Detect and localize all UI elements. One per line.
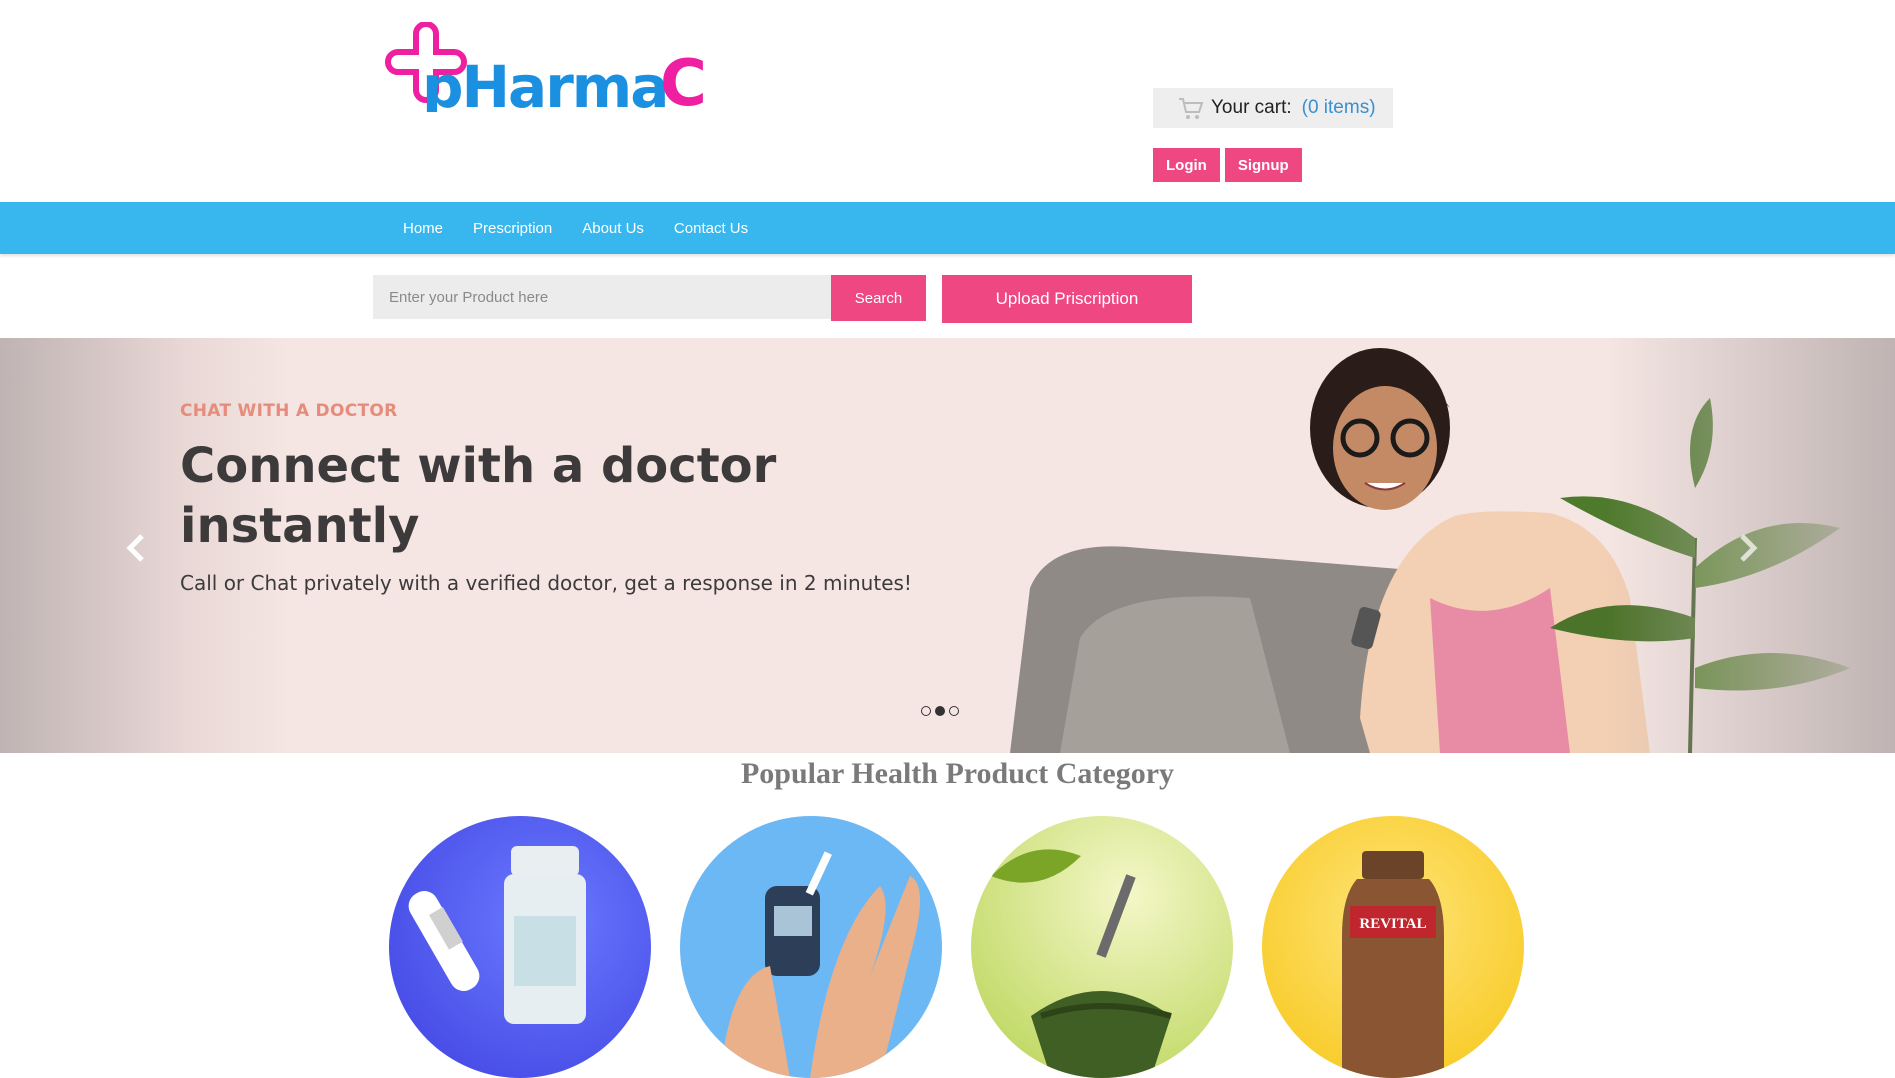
search-bar: Search Upload Priscription: [373, 275, 1192, 323]
revital-label: REVITAL: [1359, 916, 1426, 932]
search-button[interactable]: Search: [831, 275, 926, 321]
carousel-indicators: [921, 706, 959, 716]
hero-subtitle: Call or Chat privately with a verified d…: [180, 571, 912, 595]
category-ayurveda[interactable]: [971, 816, 1233, 1078]
nav-item-about-us[interactable]: About Us: [567, 220, 659, 237]
category-image-glucometer: [720, 851, 920, 1078]
main-nav: Home Prescription About Us Contact Us: [0, 202, 1895, 254]
carousel-prev-icon[interactable]: [122, 533, 152, 563]
carousel-next-icon[interactable]: [1732, 533, 1762, 563]
hero-carousel: CHAT WITH A DOCTOR Connect with a doctor…: [0, 338, 1895, 753]
pharmac-logo[interactable]: pHarma C: [382, 22, 717, 112]
category-diabetes-care[interactable]: [680, 816, 942, 1078]
category-image-revital: REVITAL: [1342, 851, 1444, 1078]
cart-label: Your cart:: [1211, 97, 1292, 118]
cart-summary[interactable]: Your cart: (0 items): [1153, 88, 1393, 128]
category-devices-supplements[interactable]: [389, 816, 651, 1078]
hero-headline: Connect with a doctor instantly: [180, 438, 777, 554]
nav-item-prescription[interactable]: Prescription: [458, 220, 567, 237]
cart-icon: [1179, 98, 1204, 119]
nav-item-contact-us[interactable]: Contact Us: [659, 220, 763, 237]
category-vitamins[interactable]: REVITAL: [1262, 816, 1524, 1078]
carousel-dot-2[interactable]: [935, 706, 945, 716]
product-search-input[interactable]: [373, 275, 831, 319]
site-header: pHarma C Your cart: (0 items) Login Sign…: [0, 0, 1895, 202]
nav-item-home[interactable]: Home: [388, 220, 458, 237]
category-image-devices: [408, 846, 586, 1024]
auth-buttons: Login Signup: [1153, 148, 1302, 182]
category-image-herbs: [991, 849, 1172, 1078]
signup-button[interactable]: Signup: [1224, 148, 1302, 182]
upload-prescription-button[interactable]: Upload Priscription: [942, 275, 1192, 323]
carousel-dot-1[interactable]: [921, 706, 931, 716]
category-section-title: Popular Health Product Category: [740, 757, 1175, 790]
svg-text:pHarma: pHarma: [422, 53, 667, 112]
svg-text:C: C: [660, 47, 707, 112]
cart-count[interactable]: (0 items): [1302, 97, 1376, 119]
hero-eyebrow: CHAT WITH A DOCTOR: [180, 401, 398, 421]
carousel-dot-3[interactable]: [949, 706, 959, 716]
login-button[interactable]: Login: [1153, 148, 1220, 182]
